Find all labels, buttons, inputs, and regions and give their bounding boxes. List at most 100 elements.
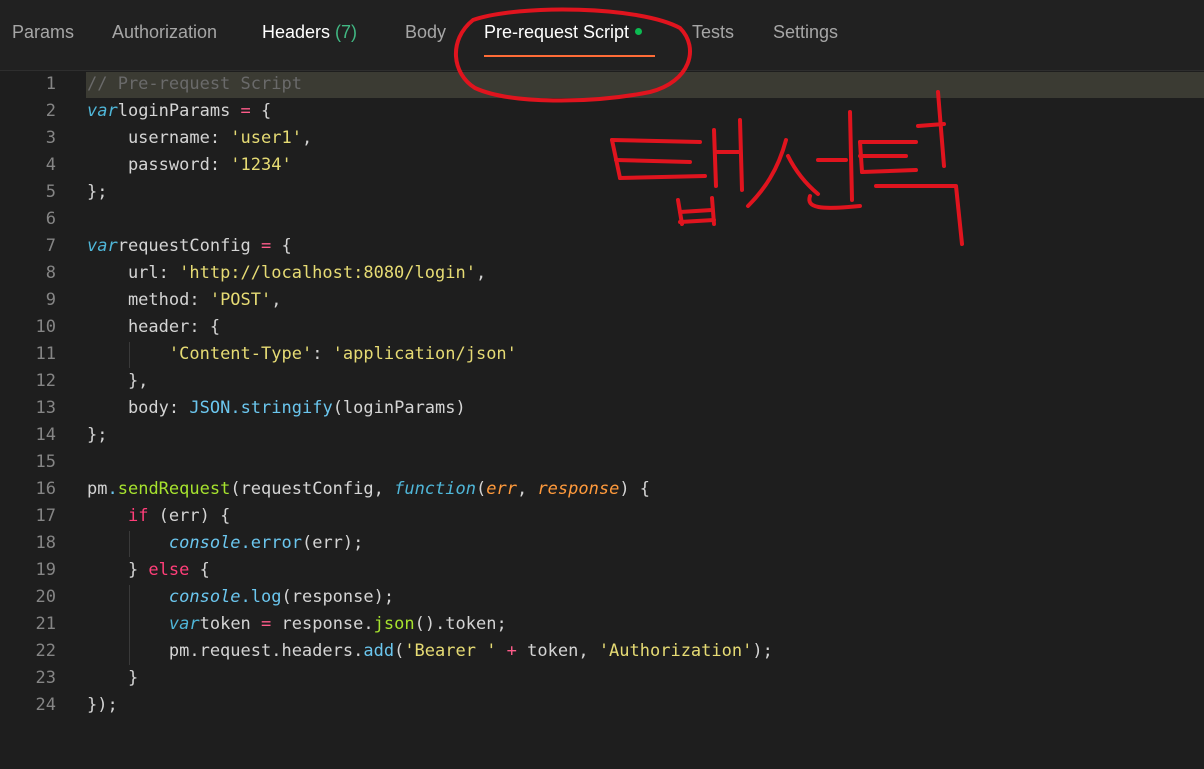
code-token: console bbox=[168, 587, 241, 607]
code-token: . bbox=[230, 398, 241, 418]
active-indicator-dot bbox=[635, 27, 643, 35]
tab-authorization[interactable]: Authorization bbox=[112, 22, 217, 43]
code-token: }); bbox=[87, 695, 118, 715]
code-token: ().token; bbox=[414, 614, 507, 634]
code-token: add bbox=[363, 641, 395, 661]
code-line: console.log(response); bbox=[87, 587, 394, 607]
line-number: 23 bbox=[35, 668, 56, 688]
tab-label: Settings bbox=[773, 22, 839, 42]
code-line: pm.request.headers.add('Bearer ' + token… bbox=[87, 641, 773, 661]
line-number: 14 bbox=[35, 425, 56, 445]
code-token: 'Content-Type' bbox=[168, 344, 313, 364]
line-number: 17 bbox=[35, 506, 56, 526]
code-line: varloginParams = { bbox=[87, 101, 271, 121]
code-token: = bbox=[261, 614, 272, 634]
code-token: method: bbox=[87, 290, 210, 310]
indent-guide bbox=[129, 342, 130, 368]
tab-tests[interactable]: Tests bbox=[692, 22, 734, 43]
code-token: , bbox=[301, 128, 313, 148]
tab-label: Body bbox=[405, 22, 447, 42]
code-token: (response); bbox=[281, 587, 395, 607]
line-number: 6 bbox=[45, 209, 56, 229]
code-token: .log bbox=[240, 587, 282, 607]
code-token: }; bbox=[87, 425, 108, 445]
code-token: function bbox=[394, 479, 476, 499]
line-number: 1 bbox=[45, 74, 56, 94]
line-number: 16 bbox=[35, 479, 56, 499]
code-token: var bbox=[87, 236, 118, 256]
code-line: }); bbox=[87, 695, 118, 715]
headers-count-badge: (7) bbox=[335, 22, 358, 42]
code-token: .error bbox=[240, 533, 302, 553]
code-line: // Pre-request Script bbox=[87, 74, 302, 94]
code-token: '1234' bbox=[230, 155, 292, 175]
tab-params[interactable]: Params bbox=[12, 22, 74, 43]
code-token: pm bbox=[87, 479, 108, 499]
code-token: ); bbox=[752, 641, 773, 661]
line-number: 18 bbox=[35, 533, 56, 553]
request-tab-bar: Params Authorization Headers (7) Body Pr… bbox=[0, 0, 1204, 70]
code-token: { bbox=[250, 101, 272, 121]
code-token: 'http://localhost:8080/login' bbox=[179, 263, 476, 283]
code-token: , bbox=[475, 263, 487, 283]
code-token: body: bbox=[87, 398, 190, 418]
code-line: }, bbox=[87, 371, 148, 391]
code-token: username: bbox=[87, 128, 231, 148]
code-token: token, bbox=[516, 641, 599, 661]
code-line: if (err) { bbox=[87, 506, 230, 526]
tab-headers[interactable]: Headers (7) bbox=[262, 22, 357, 43]
code-token: } bbox=[87, 668, 139, 688]
code-line: }; bbox=[87, 425, 107, 445]
line-number: 2 bbox=[45, 101, 56, 121]
tab-label: Headers bbox=[262, 22, 336, 42]
tab-pre-request-script[interactable]: Pre-request Script bbox=[484, 22, 643, 43]
tab-label: Params bbox=[12, 22, 75, 42]
indent-guide bbox=[129, 585, 130, 665]
code-token: var bbox=[87, 101, 118, 121]
code-token: token bbox=[199, 614, 262, 634]
line-number: 9 bbox=[45, 290, 56, 310]
code-token: response. bbox=[271, 614, 374, 634]
line-number: 22 bbox=[35, 641, 56, 661]
code-token: console bbox=[168, 533, 241, 553]
code-token: loginParams bbox=[117, 101, 241, 121]
code-token: url: bbox=[87, 263, 180, 283]
code-token: } bbox=[87, 560, 149, 580]
code-token: stringify bbox=[240, 398, 333, 418]
code-token: 'Bearer ' bbox=[404, 641, 497, 661]
code-line: }; bbox=[87, 182, 107, 202]
code-line: header: { bbox=[87, 317, 220, 337]
code-token: : bbox=[312, 344, 333, 364]
code-token: (loginParams) bbox=[332, 398, 466, 418]
line-number: 20 bbox=[35, 587, 56, 607]
code-token: 'POST' bbox=[209, 290, 272, 310]
line-number: 8 bbox=[45, 263, 56, 283]
line-number: 10 bbox=[35, 317, 56, 337]
line-number: 5 bbox=[45, 182, 56, 202]
code-line: varrequestConfig = { bbox=[87, 236, 292, 256]
line-number: 21 bbox=[35, 614, 56, 634]
code-token: err bbox=[486, 479, 517, 499]
code-line: } bbox=[87, 668, 138, 688]
tab-label: Authorization bbox=[112, 22, 218, 42]
code-token: password: bbox=[87, 155, 231, 175]
code-token: json bbox=[373, 614, 415, 634]
line-number: 13 bbox=[35, 398, 56, 418]
line-number: 12 bbox=[35, 371, 56, 391]
tab-label: Tests bbox=[692, 22, 735, 42]
code-line: password: '1234' bbox=[87, 155, 292, 175]
code-token: header: { bbox=[87, 317, 221, 337]
line-number: 19 bbox=[35, 560, 56, 580]
code-token: 'user1' bbox=[230, 128, 302, 148]
code-token: . bbox=[107, 479, 118, 499]
code-line: body: JSON.stringify(loginParams) bbox=[87, 398, 466, 418]
line-number: 24 bbox=[35, 695, 56, 715]
tab-body[interactable]: Body bbox=[405, 22, 446, 43]
code-token: var bbox=[168, 614, 200, 634]
tab-settings[interactable]: Settings bbox=[773, 22, 838, 43]
line-number: 7 bbox=[45, 236, 56, 256]
